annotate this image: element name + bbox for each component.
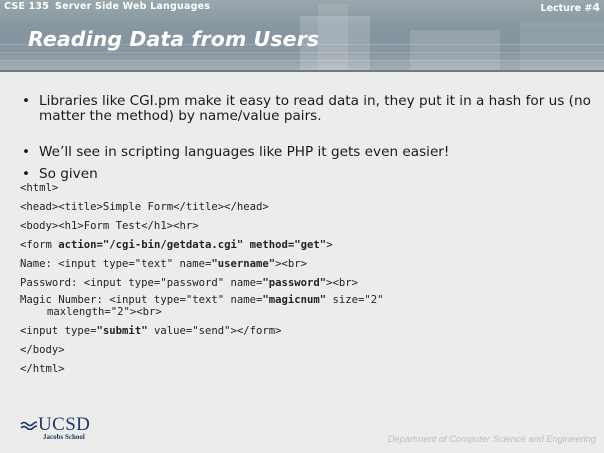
code-line: <form action="/cgi-bin/getdata.cgi" meth… <box>20 239 333 251</box>
code-line: Password: <input type="password" name="p… <box>20 277 359 289</box>
course-name: Server Side Web Languages <box>55 1 211 12</box>
ucsd-wave-icon <box>20 421 37 430</box>
bullet-item: • So given <box>22 167 598 182</box>
lecture-prefix: Lecture # <box>540 3 593 14</box>
bullet-text: So given <box>39 166 98 182</box>
code-line: </html> <box>20 363 65 375</box>
bullet-text: Libraries like CGI.pm make it easy to re… <box>39 93 591 124</box>
department-footer: Department of Computer Science and Engin… <box>387 434 596 444</box>
code-line: <head><title>Simple Form</title></head> <box>20 201 269 213</box>
header-stripe <box>0 60 604 61</box>
header-building-graphic <box>520 22 604 72</box>
jacobs-school-label: Jacobs School <box>43 433 85 441</box>
code-line: Name: <input type="text" name="username"… <box>20 258 308 270</box>
header-building-graphic <box>318 4 348 72</box>
course-code: CSE 135 <box>4 1 50 12</box>
code-line: <html> <box>20 182 59 194</box>
slide-header: CSE 135 Server Side Web Languages Lecture… <box>0 0 604 72</box>
bullet-icon: • <box>22 144 31 160</box>
lecture-label: Lecture #4 <box>541 1 600 14</box>
bullet-icon: • <box>22 166 31 182</box>
code-line: <input type="submit" value="send"></form… <box>20 325 282 337</box>
code-line: </body> <box>20 344 65 356</box>
lecture-number: 4 <box>592 1 600 14</box>
code-line: maxlength="2"><br> <box>47 306 162 318</box>
bullet-text: We’ll see in scripting languages like PH… <box>39 144 450 160</box>
course-label: CSE 135 Server Side Web Languages <box>4 1 210 12</box>
bullet-item: • Libraries like CGI.pm make it easy to … <box>22 94 598 124</box>
slide-title: Reading Data from Users <box>28 27 320 51</box>
slide: CSE 135 Server Side Web Languages Lecture… <box>0 0 604 453</box>
bullet-icon: • <box>22 93 31 109</box>
slide-content: • Libraries like CGI.pm make it easy to … <box>0 72 604 453</box>
header-stripe <box>0 52 604 53</box>
code-line: <body><h1>Form Test</h1><hr> <box>20 220 199 232</box>
bullet-item: • We’ll see in scripting languages like … <box>22 145 598 160</box>
header-building-graphic <box>410 30 500 72</box>
